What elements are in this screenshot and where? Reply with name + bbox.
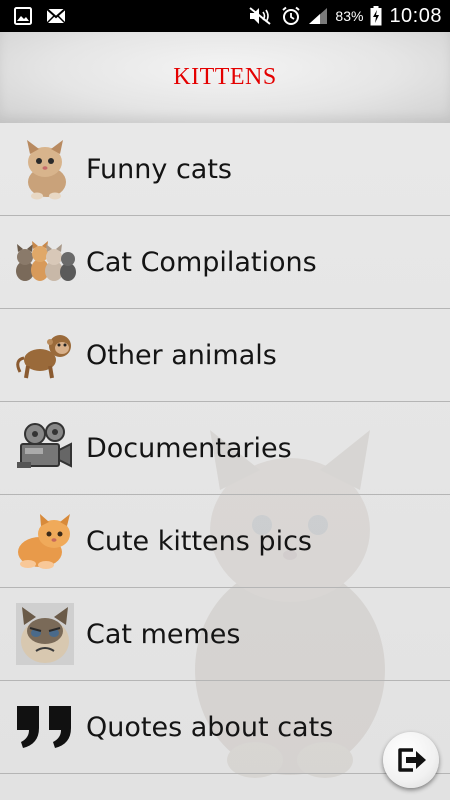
grumpy-cat-icon [14,603,76,665]
battery-icon [370,6,382,26]
page-title: KITTENS [173,64,277,90]
mail-icon [46,8,66,24]
menu-item-documentaries[interactable]: Documentaries [0,402,450,495]
menu-item-label: Cute kittens pics [86,525,312,557]
gallery-icon [14,7,32,25]
menu-item-label: Cat Compilations [86,246,317,278]
monkey-icon [14,324,76,386]
clock: 10:08 [389,4,442,27]
exit-button[interactable] [383,732,439,788]
menu-item-funny-cats[interactable]: Funny cats [0,123,450,216]
status-bar: 83% 10:08 [0,0,450,32]
app-header: KITTENS [0,32,450,123]
menu-item-label: Documentaries [86,432,292,464]
menu-item-label: Quotes about cats [86,711,334,743]
mute-icon [248,6,274,26]
app-screen: 83% 10:08 KITTENS Funny cats Cat Compila… [0,0,450,800]
kittens-group-icon [14,231,76,293]
exit-icon [395,744,427,776]
menu-item-label: Other animals [86,339,277,371]
menu-item-cat-memes[interactable]: Cat memes [0,588,450,681]
quote-icon [14,696,76,758]
menu-item-cat-compilations[interactable]: Cat Compilations [0,216,450,309]
menu-item-label: Funny cats [86,153,232,185]
category-menu: Funny cats Cat Compilations Other animal… [0,123,450,774]
battery-percent: 83% [335,8,364,24]
kitten-icon [14,138,76,200]
menu-item-cute-kittens-pics[interactable]: Cute kittens pics [0,495,450,588]
menu-item-label: Cat memes [86,618,241,650]
orange-kitten-icon [14,510,76,572]
video-camera-icon [14,417,76,479]
alarm-icon [281,6,301,26]
menu-item-other-animals[interactable]: Other animals [0,309,450,402]
signal-icon [308,7,328,25]
